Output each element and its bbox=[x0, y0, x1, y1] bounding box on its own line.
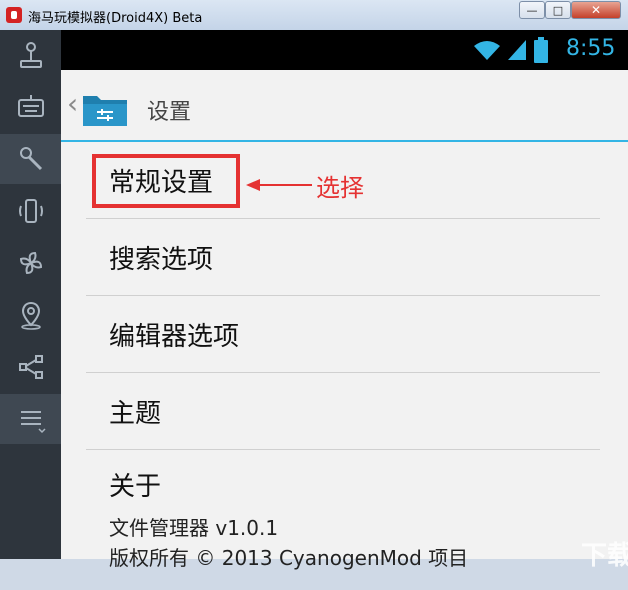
close-button[interactable]: ✕ bbox=[571, 1, 621, 19]
sidebar-item-location[interactable] bbox=[0, 290, 61, 340]
menu-icon bbox=[20, 411, 46, 434]
settings-item-label: 主题 bbox=[109, 399, 162, 429]
joystick-icon bbox=[19, 42, 42, 68]
window-title: 海马玩模拟器(Droid4X) Beta bbox=[28, 11, 203, 26]
shake-phone-icon bbox=[18, 199, 43, 223]
action-bar: ‹ 设置 bbox=[61, 70, 628, 142]
annotation-arrow-icon bbox=[246, 179, 312, 191]
settings-list: 常规设置 搜索选项 编辑器选项 主题 关于 文件管理器 v1.0.1 版权所有 … bbox=[86, 142, 600, 590]
settings-item-about[interactable]: 关于 文件管理器 v1.0.1 版权所有 © 2013 CyanogenMod … bbox=[86, 450, 600, 590]
back-chevron-icon[interactable]: ‹ bbox=[67, 87, 78, 120]
folder-settings-icon[interactable] bbox=[81, 90, 129, 128]
sidebar-item-share[interactable] bbox=[0, 342, 61, 392]
settings-item-theme[interactable]: 主题 bbox=[86, 373, 600, 450]
settings-item-label: 搜索选项 bbox=[109, 245, 214, 275]
settings-item-label: 编辑器选项 bbox=[109, 322, 240, 352]
sidebar-item-joystick[interactable] bbox=[0, 30, 61, 80]
window-titlebar: 海马玩模拟器(Droid4X) Beta — □ ✕ bbox=[0, 0, 628, 31]
settings-item-label: 关于 bbox=[109, 472, 162, 502]
status-bar: 8:55 bbox=[61, 30, 628, 70]
annotation-label: 选择 bbox=[316, 174, 364, 202]
maximize-button[interactable]: □ bbox=[545, 1, 571, 19]
status-time: 8:55 bbox=[566, 36, 616, 61]
sidebar-item-settings[interactable] bbox=[0, 134, 61, 184]
watermark: 下载吧 bbox=[581, 541, 628, 571]
highlight-box bbox=[92, 154, 240, 208]
keyboard-icon bbox=[17, 95, 44, 117]
settings-item-search[interactable]: 搜索选项 bbox=[86, 219, 600, 296]
wifi-icon bbox=[474, 41, 500, 60]
signal-icon bbox=[508, 40, 526, 60]
sidebar-item-shake[interactable] bbox=[0, 186, 61, 236]
app-icon bbox=[6, 7, 22, 23]
sidebar-item-pinwheel[interactable] bbox=[0, 238, 61, 288]
battery-icon bbox=[534, 37, 548, 63]
wrench-icon bbox=[19, 147, 42, 171]
settings-item-editor[interactable]: 编辑器选项 bbox=[86, 296, 600, 373]
share-icon bbox=[18, 355, 43, 379]
app-version-text: 文件管理器 v1.0.1 bbox=[109, 516, 279, 540]
page-title: 设置 bbox=[147, 100, 192, 125]
pinwheel-icon bbox=[19, 251, 42, 275]
emulator-sidebar bbox=[0, 30, 61, 559]
location-pin-icon bbox=[20, 301, 41, 330]
sidebar-item-menu[interactable] bbox=[0, 394, 61, 444]
sidebar-item-keyboard[interactable] bbox=[0, 82, 61, 132]
minimize-button[interactable]: — bbox=[519, 1, 545, 19]
copyright-text: 版权所有 © 2013 CyanogenMod 项目 bbox=[109, 546, 469, 570]
android-screen: 8:55 ‹ 设置 常规设置 搜索选项 编辑器选项 主题 关于 文件管理器 v1… bbox=[61, 30, 628, 571]
